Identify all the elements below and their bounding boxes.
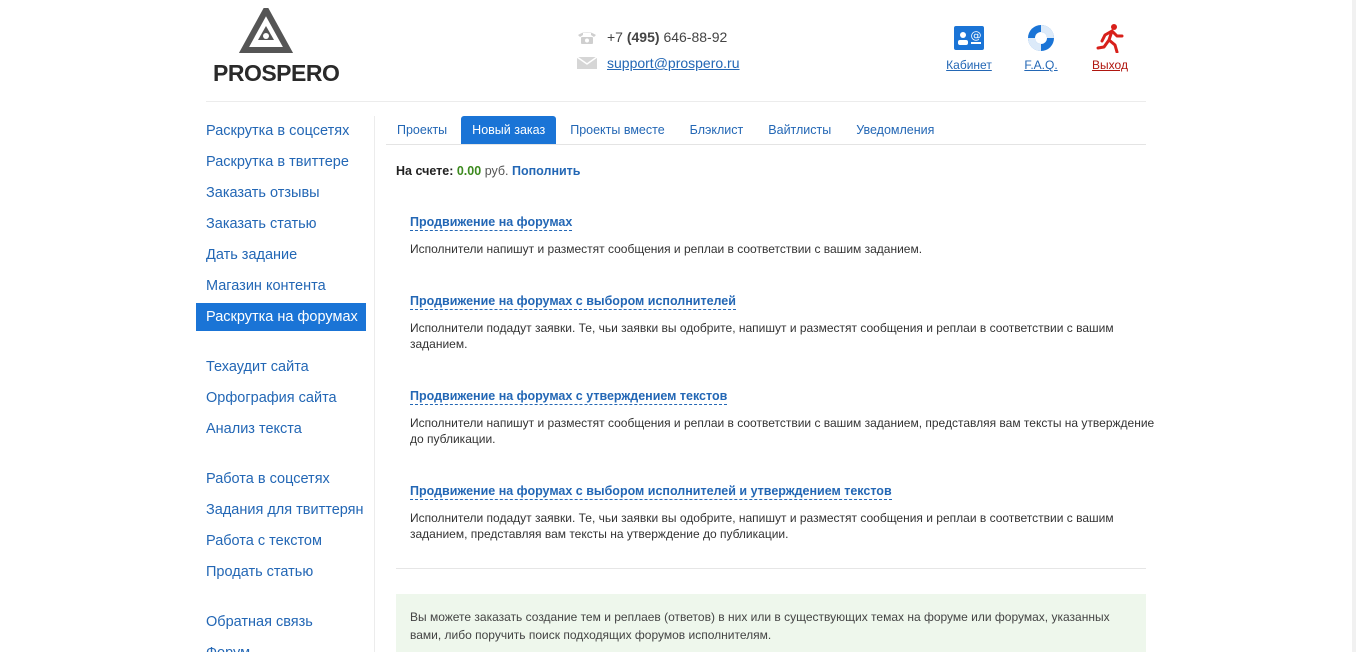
cabinet-link[interactable]: @ Кабинет [934,22,1004,72]
sidebar-item-twitter-promo[interactable]: Раскрутка в твиттере [206,147,374,178]
phone-icon [576,29,598,45]
cabinet-icon: @ [934,22,1004,54]
option-description: Исполнители напишут и разместят сообщени… [410,242,923,256]
order-option: Продвижение на форумах с выбором исполни… [410,292,1170,352]
sidebar: Раскрутка в соцсетях Раскрутка в твиттер… [196,116,374,652]
lifebuoy-icon [1006,22,1076,54]
logo-text: PROSPERO [213,60,340,86]
tab-whitelists[interactable]: Вайтлисты [757,116,842,144]
option-title-link[interactable]: Продвижение на форумах с выбором исполни… [410,294,736,310]
sidebar-item-forum[interactable]: Форум [206,638,374,652]
svg-text:@: @ [971,29,982,42]
topup-link[interactable]: Пополнить [512,164,580,178]
sidebar-item-text-analysis[interactable]: Анализ текста [206,414,374,445]
contact-block: +7 (495) 646-88-92 support@prospero.ru [576,24,740,76]
tabs-underline [386,144,1146,145]
email-row: support@prospero.ru [576,50,740,76]
balance-amount: 0.00 [456,164,482,178]
order-option: Продвижение на форумах Исполнители напиш… [410,213,1170,257]
scrollbar[interactable] [1352,0,1356,652]
balance-line: На счете: 0.00 руб. Пополнить [396,164,581,178]
sidebar-item-twitter-tasks[interactable]: Задания для твиттерян [206,495,374,526]
mail-icon [576,56,598,70]
option-title-link[interactable]: Продвижение на форумах [410,215,573,231]
sidebar-item-sell-article[interactable]: Продать статью [206,557,374,588]
page: PROSPERO +7 (495) 646-88-92 support@pros… [0,0,1356,652]
sidebar-item-site-audit[interactable]: Техаудит сайта [206,352,374,383]
option-description: Исполнители напишут и разместят сообщени… [410,416,1155,446]
prospero-logo-icon [238,8,294,53]
option-title-link[interactable]: Продвижение на форумах с утверждением те… [410,389,728,405]
order-option: Продвижение на форумах с выбором исполни… [410,482,1170,542]
sidebar-item-social-promo[interactable]: Раскрутка в соцсетях [206,116,374,147]
support-email-link[interactable]: support@prospero.ru [607,55,740,71]
exit-link-label[interactable]: Выход [1075,58,1145,72]
tab-shared-projects[interactable]: Проекты вместе [559,116,675,144]
sidebar-item-order-reviews[interactable]: Заказать отзывы [206,178,374,209]
sidebar-item-order-article[interactable]: Заказать статью [206,209,374,240]
phone-digits: 646-88-92 [663,29,728,45]
phone-prefix: +7 [607,29,623,45]
tab-projects[interactable]: Проекты [386,116,458,144]
logo[interactable]: PROSPERO [212,8,340,86]
exit-running-man-icon [1075,22,1145,54]
sidebar-item-give-task[interactable]: Дать задание [206,240,374,271]
phone-row: +7 (495) 646-88-92 [576,24,740,50]
content-divider [396,568,1146,569]
order-option: Продвижение на форумах с утверждением те… [410,387,1170,447]
faq-link-label[interactable]: F.A.Q. [1006,58,1076,72]
tab-new-order[interactable]: Новый заказ [461,116,557,144]
balance-label: На счете: [396,164,454,178]
sidebar-divider [374,116,375,652]
info-box: Вы можете заказать создание тем и реплае… [396,594,1146,652]
sidebar-item-social-work[interactable]: Работа в соцсетях [206,464,374,495]
sidebar-item-text-work[interactable]: Работа с текстом [206,526,374,557]
tab-blacklist[interactable]: Блэклист [679,116,755,144]
tab-notifications[interactable]: Уведомления [845,116,945,144]
exit-link[interactable]: Выход [1075,22,1145,72]
option-description: Исполнители подадут заявки. Те, чьи заяв… [410,321,1114,351]
sidebar-item-forum-promo[interactable]: Раскрутка на форумах [196,303,374,331]
option-description: Исполнители подадут заявки. Те, чьи заяв… [410,511,1114,541]
balance-currency: руб. [484,164,509,178]
option-title-link[interactable]: Продвижение на форумах с выбором исполни… [410,484,892,500]
sidebar-item-site-spelling[interactable]: Орфография сайта [206,383,374,414]
phone-code: (495) [626,29,660,45]
cabinet-link-label[interactable]: Кабинет [934,58,1004,72]
sidebar-item-feedback[interactable]: Обратная связь [206,607,374,638]
faq-link[interactable]: F.A.Q. [1006,22,1076,72]
sidebar-item-content-shop[interactable]: Магазин контента [206,271,374,302]
tab-bar: Проекты Новый заказ Проекты вместе Блэкл… [386,116,948,144]
header-divider [206,101,1146,102]
phone-number[interactable]: +7 (495) 646-88-92 [607,29,727,45]
